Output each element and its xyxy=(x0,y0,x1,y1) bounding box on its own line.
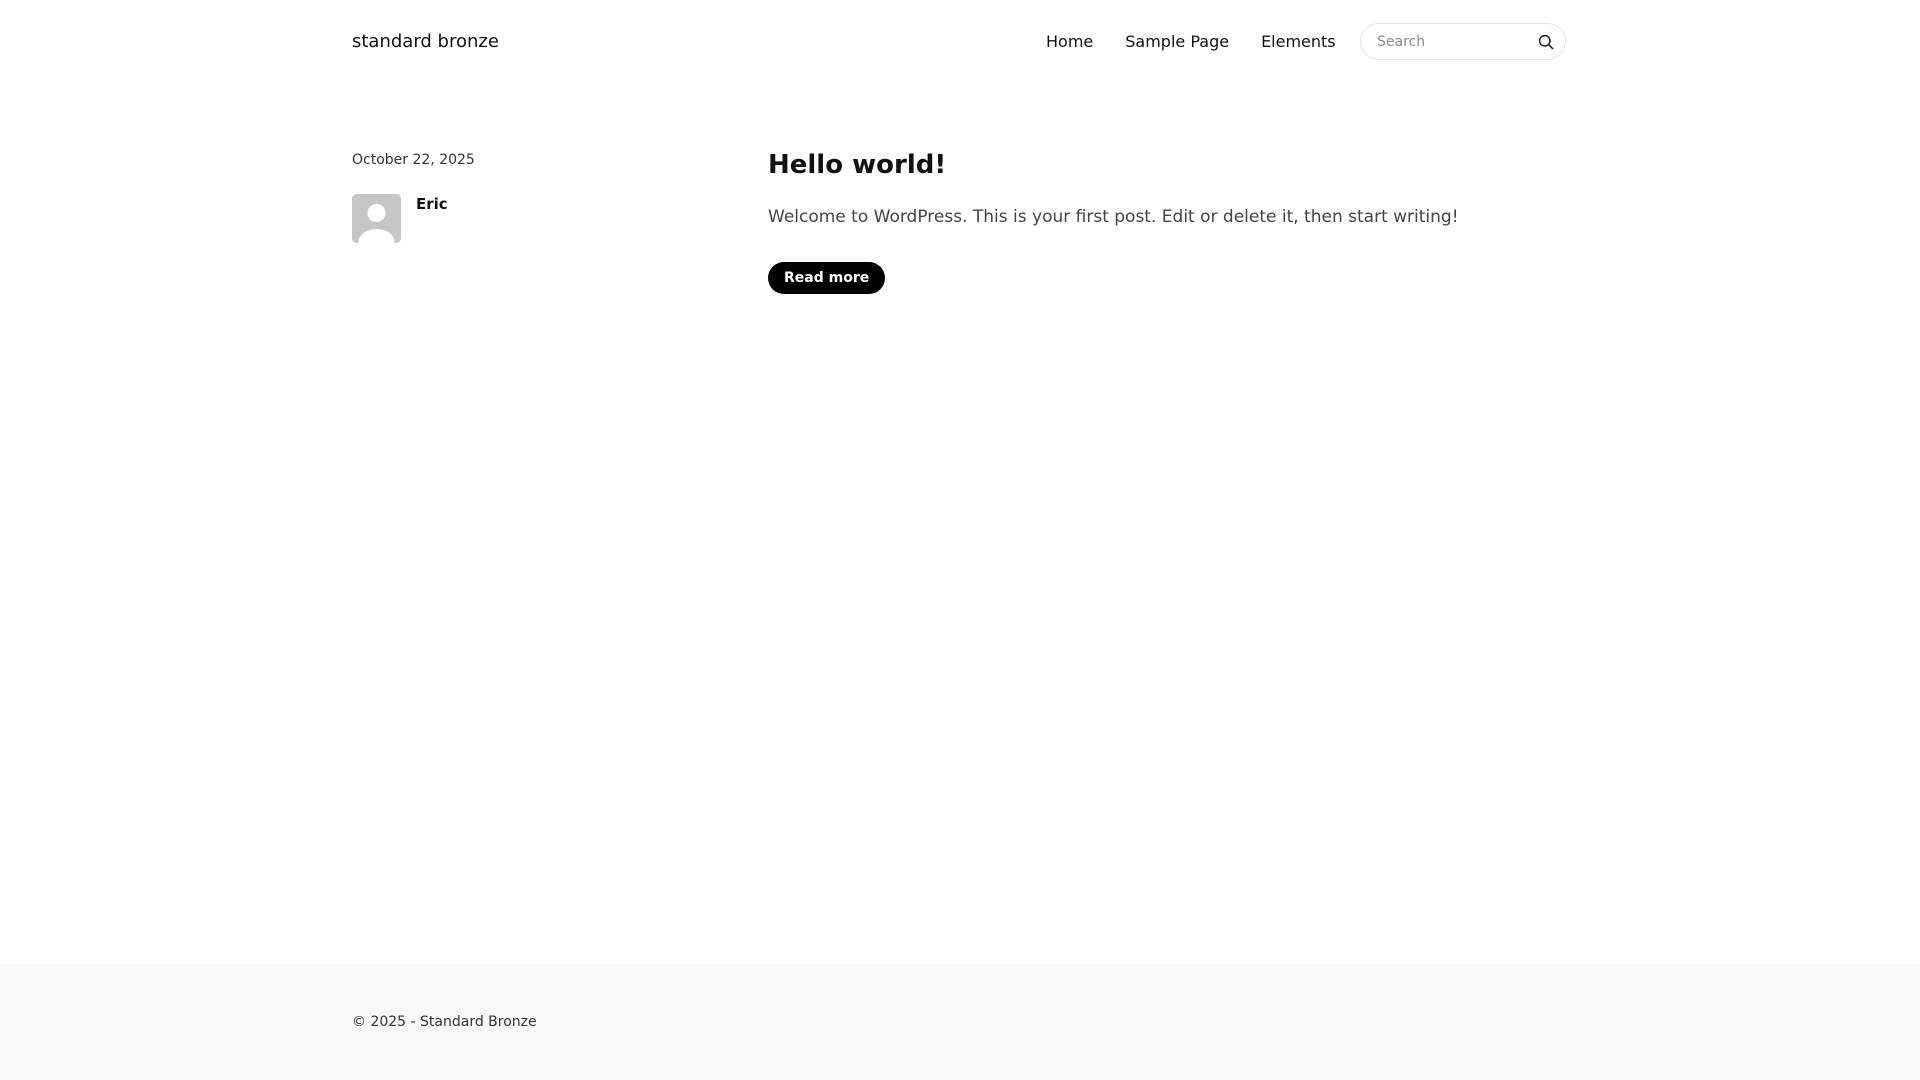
post-excerpt: Welcome to WordPress. This is your first… xyxy=(768,207,1459,227)
nav-item-elements[interactable]: Elements xyxy=(1261,30,1336,54)
nav-item-sample-page[interactable]: Sample Page xyxy=(1125,30,1229,54)
primary-nav: Home Sample Page Elements xyxy=(1046,30,1336,54)
post-title[interactable]: Hello world! xyxy=(768,149,946,181)
search-form xyxy=(1360,23,1566,60)
avatar-placeholder-icon xyxy=(352,194,401,243)
search-icon xyxy=(1538,34,1554,50)
site-footer: © 2025 - Standard Bronze xyxy=(0,964,1920,1080)
site-title[interactable]: standard bronze xyxy=(352,30,499,54)
author-avatar[interactable] xyxy=(352,194,401,243)
page: standard bronze Home Sample Page Element… xyxy=(0,0,1920,1080)
read-more-button[interactable]: Read more xyxy=(768,262,886,294)
search-input[interactable] xyxy=(1377,24,1527,59)
nav-item-home[interactable]: Home xyxy=(1046,30,1093,54)
footer-copyright: © 2025 - Standard Bronze xyxy=(352,1014,537,1030)
author-name[interactable]: Eric xyxy=(416,195,448,213)
search-button[interactable] xyxy=(1535,31,1557,53)
post-date: October 22, 2025 xyxy=(352,152,475,168)
